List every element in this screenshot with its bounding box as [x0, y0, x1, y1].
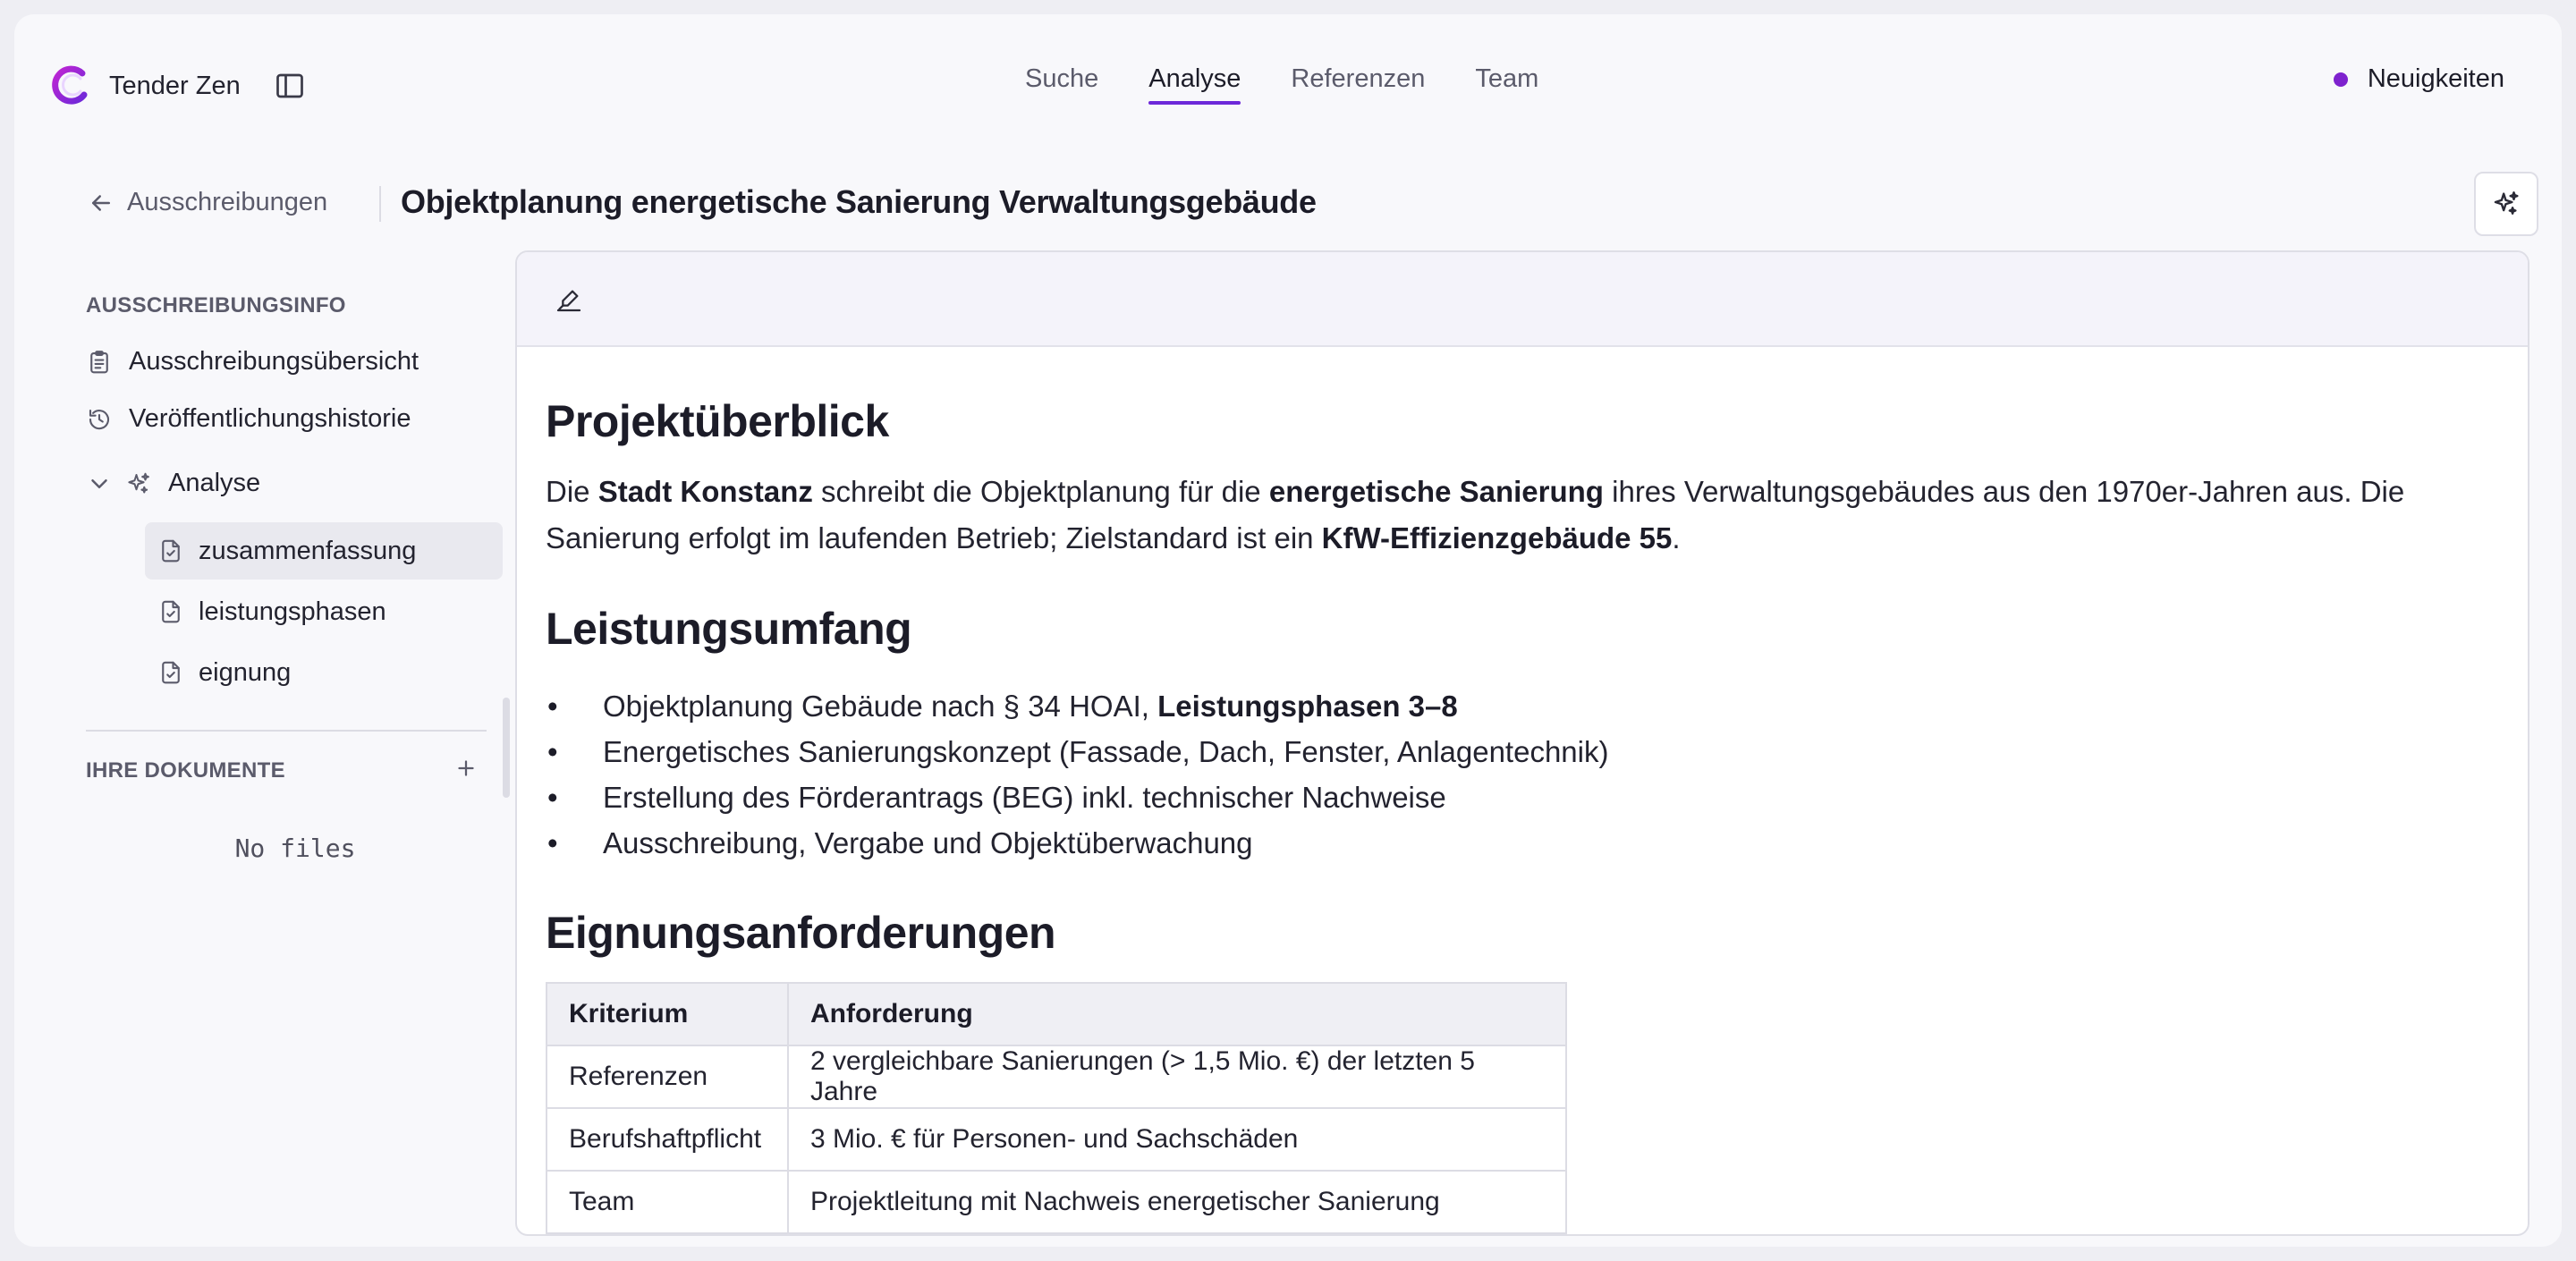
- news-button[interactable]: Neuigkeiten: [2333, 64, 2504, 94]
- page-title: Objektplanung energetische Sanierung Ver…: [401, 183, 1317, 220]
- main-nav: Suche Analyse Referenzen Team: [1025, 64, 1589, 105]
- plus-icon[interactable]: [453, 755, 479, 782]
- sidebar-resize-handle[interactable]: [503, 698, 510, 798]
- sidebar-toggle-icon[interactable]: [274, 70, 306, 102]
- app-window: Tender Zen Suche Analyse Referenzen Team…: [14, 14, 2562, 1247]
- sidebar-item-label: Analyse: [168, 469, 261, 497]
- news-indicator-dot: [2333, 72, 2348, 87]
- table-row: Referenzen 2 vergleichbare Sanierungen (…: [546, 1045, 1567, 1109]
- file-check-icon: [162, 600, 180, 623]
- sidebar-item-label: leistungsphasen: [199, 597, 386, 626]
- tab-analyse[interactable]: Analyse: [1148, 64, 1241, 105]
- table-cell: Projektleitung mit Nachweis energetische…: [787, 1170, 1567, 1234]
- table-row: Berufshaftpflicht 3 Mio. € für Personen-…: [546, 1107, 1567, 1172]
- tab-suche[interactable]: Suche: [1025, 64, 1098, 103]
- list-item: Objektplanung Gebäude nach § 34 HOAI, Le…: [546, 683, 2499, 729]
- ai-assistant-button[interactable]: [2474, 172, 2538, 236]
- chevron-down-icon[interactable]: [86, 470, 113, 497]
- heading-overview: Projektüberblick: [546, 396, 889, 446]
- back-button[interactable]: Ausschreibungen: [88, 188, 327, 217]
- section-title-documents: IHRE DOKUMENTE: [86, 758, 285, 783]
- clipboard-list-icon: [90, 350, 108, 373]
- heading-scope: Leistungsumfang: [546, 604, 912, 654]
- column-header: Kriterium: [546, 982, 789, 1046]
- sparkles-icon: [128, 472, 149, 493]
- sidebar-item-label: Ausschreibungsübersicht: [129, 347, 419, 376]
- list-item: Energetisches Sanierungskonzept (Fassade…: [546, 729, 2499, 774]
- news-label: Neuigkeiten: [2367, 64, 2504, 93]
- list-item: Erstellung des Förderantrags (BEG) inkl.…: [546, 774, 2499, 820]
- left-sidebar: AUSSCHREIBUNGSINFO Ausschreibungsübersic…: [45, 265, 503, 1247]
- tab-referenzen[interactable]: Referenzen: [1291, 64, 1425, 103]
- sidebar-item-eignung[interactable]: eignung: [145, 644, 503, 701]
- arrow-left-icon: [92, 194, 110, 211]
- file-check-icon: [162, 539, 180, 563]
- back-label: Ausschreibungen: [127, 188, 328, 216]
- sidebar-item-uebersicht[interactable]: Ausschreibungsübersicht: [86, 347, 419, 377]
- sidebar-divider: [86, 730, 487, 732]
- table-cell: Team: [546, 1170, 789, 1234]
- scope-list: Objektplanung Gebäude nach § 34 HOAI, Le…: [546, 683, 2499, 866]
- document-content: Projektüberblick Die Stadt Konstanz schr…: [546, 395, 2499, 1234]
- sidebar-item-label: Veröffentlichungshistorie: [129, 404, 411, 433]
- table-header-row: Kriterium Anforderung: [546, 982, 1567, 1046]
- heading-requirements: Eignungsanforderungen: [546, 908, 1056, 958]
- brand[interactable]: Tender Zen: [48, 47, 241, 125]
- sparkles-icon: [2494, 191, 2519, 215]
- table-cell: Berufshaftpflicht: [546, 1107, 789, 1172]
- requirements-table: Kriterium Anforderung Referenzen 2 vergl…: [546, 982, 1567, 1234]
- empty-files-message: No files: [234, 834, 356, 863]
- sidebar-item-analyse[interactable]: Analyse: [86, 469, 260, 498]
- sidebar-item-leistungsphasen[interactable]: leistungsphasen: [145, 583, 503, 640]
- app-name: Tender Zen: [109, 71, 241, 100]
- logo-icon: [52, 65, 88, 105]
- table-row: Team Projektleitung mit Nachweis energet…: [546, 1170, 1567, 1234]
- overview-paragraph: Die Stadt Konstanz schreibt die Objektpl…: [546, 475, 2405, 554]
- document-panel: Projektüberblick Die Stadt Konstanz schr…: [515, 250, 2529, 1236]
- top-bar: Tender Zen Suche Analyse Referenzen Team…: [14, 14, 2562, 147]
- sidebar-item-historie[interactable]: Veröffentlichungshistorie: [86, 404, 411, 434]
- history-icon: [89, 409, 110, 429]
- sidebar-item-label: zusammenfassung: [199, 536, 417, 565]
- highlighter-edit-icon[interactable]: [555, 285, 583, 314]
- column-header: Anforderung: [787, 982, 1567, 1046]
- table-cell: Referenzen: [546, 1045, 789, 1109]
- sidebar-item-zusammenfassung[interactable]: zusammenfassung: [145, 522, 503, 580]
- sidebar-item-label: eignung: [199, 657, 292, 687]
- breadcrumb-divider: [379, 186, 381, 222]
- section-title-info: AUSSCHREIBUNGSINFO: [86, 293, 346, 317]
- tab-team[interactable]: Team: [1475, 64, 1538, 103]
- list-item: Ausschreibung, Vergabe und Objektüberwac…: [546, 820, 2499, 866]
- editor-toolbar: [517, 252, 2528, 347]
- table-cell: 2 vergleichbare Sanierungen (> 1,5 Mio. …: [787, 1045, 1567, 1109]
- file-check-icon: [162, 661, 180, 684]
- table-cell: 3 Mio. € für Personen- und Sachschäden: [787, 1107, 1567, 1172]
